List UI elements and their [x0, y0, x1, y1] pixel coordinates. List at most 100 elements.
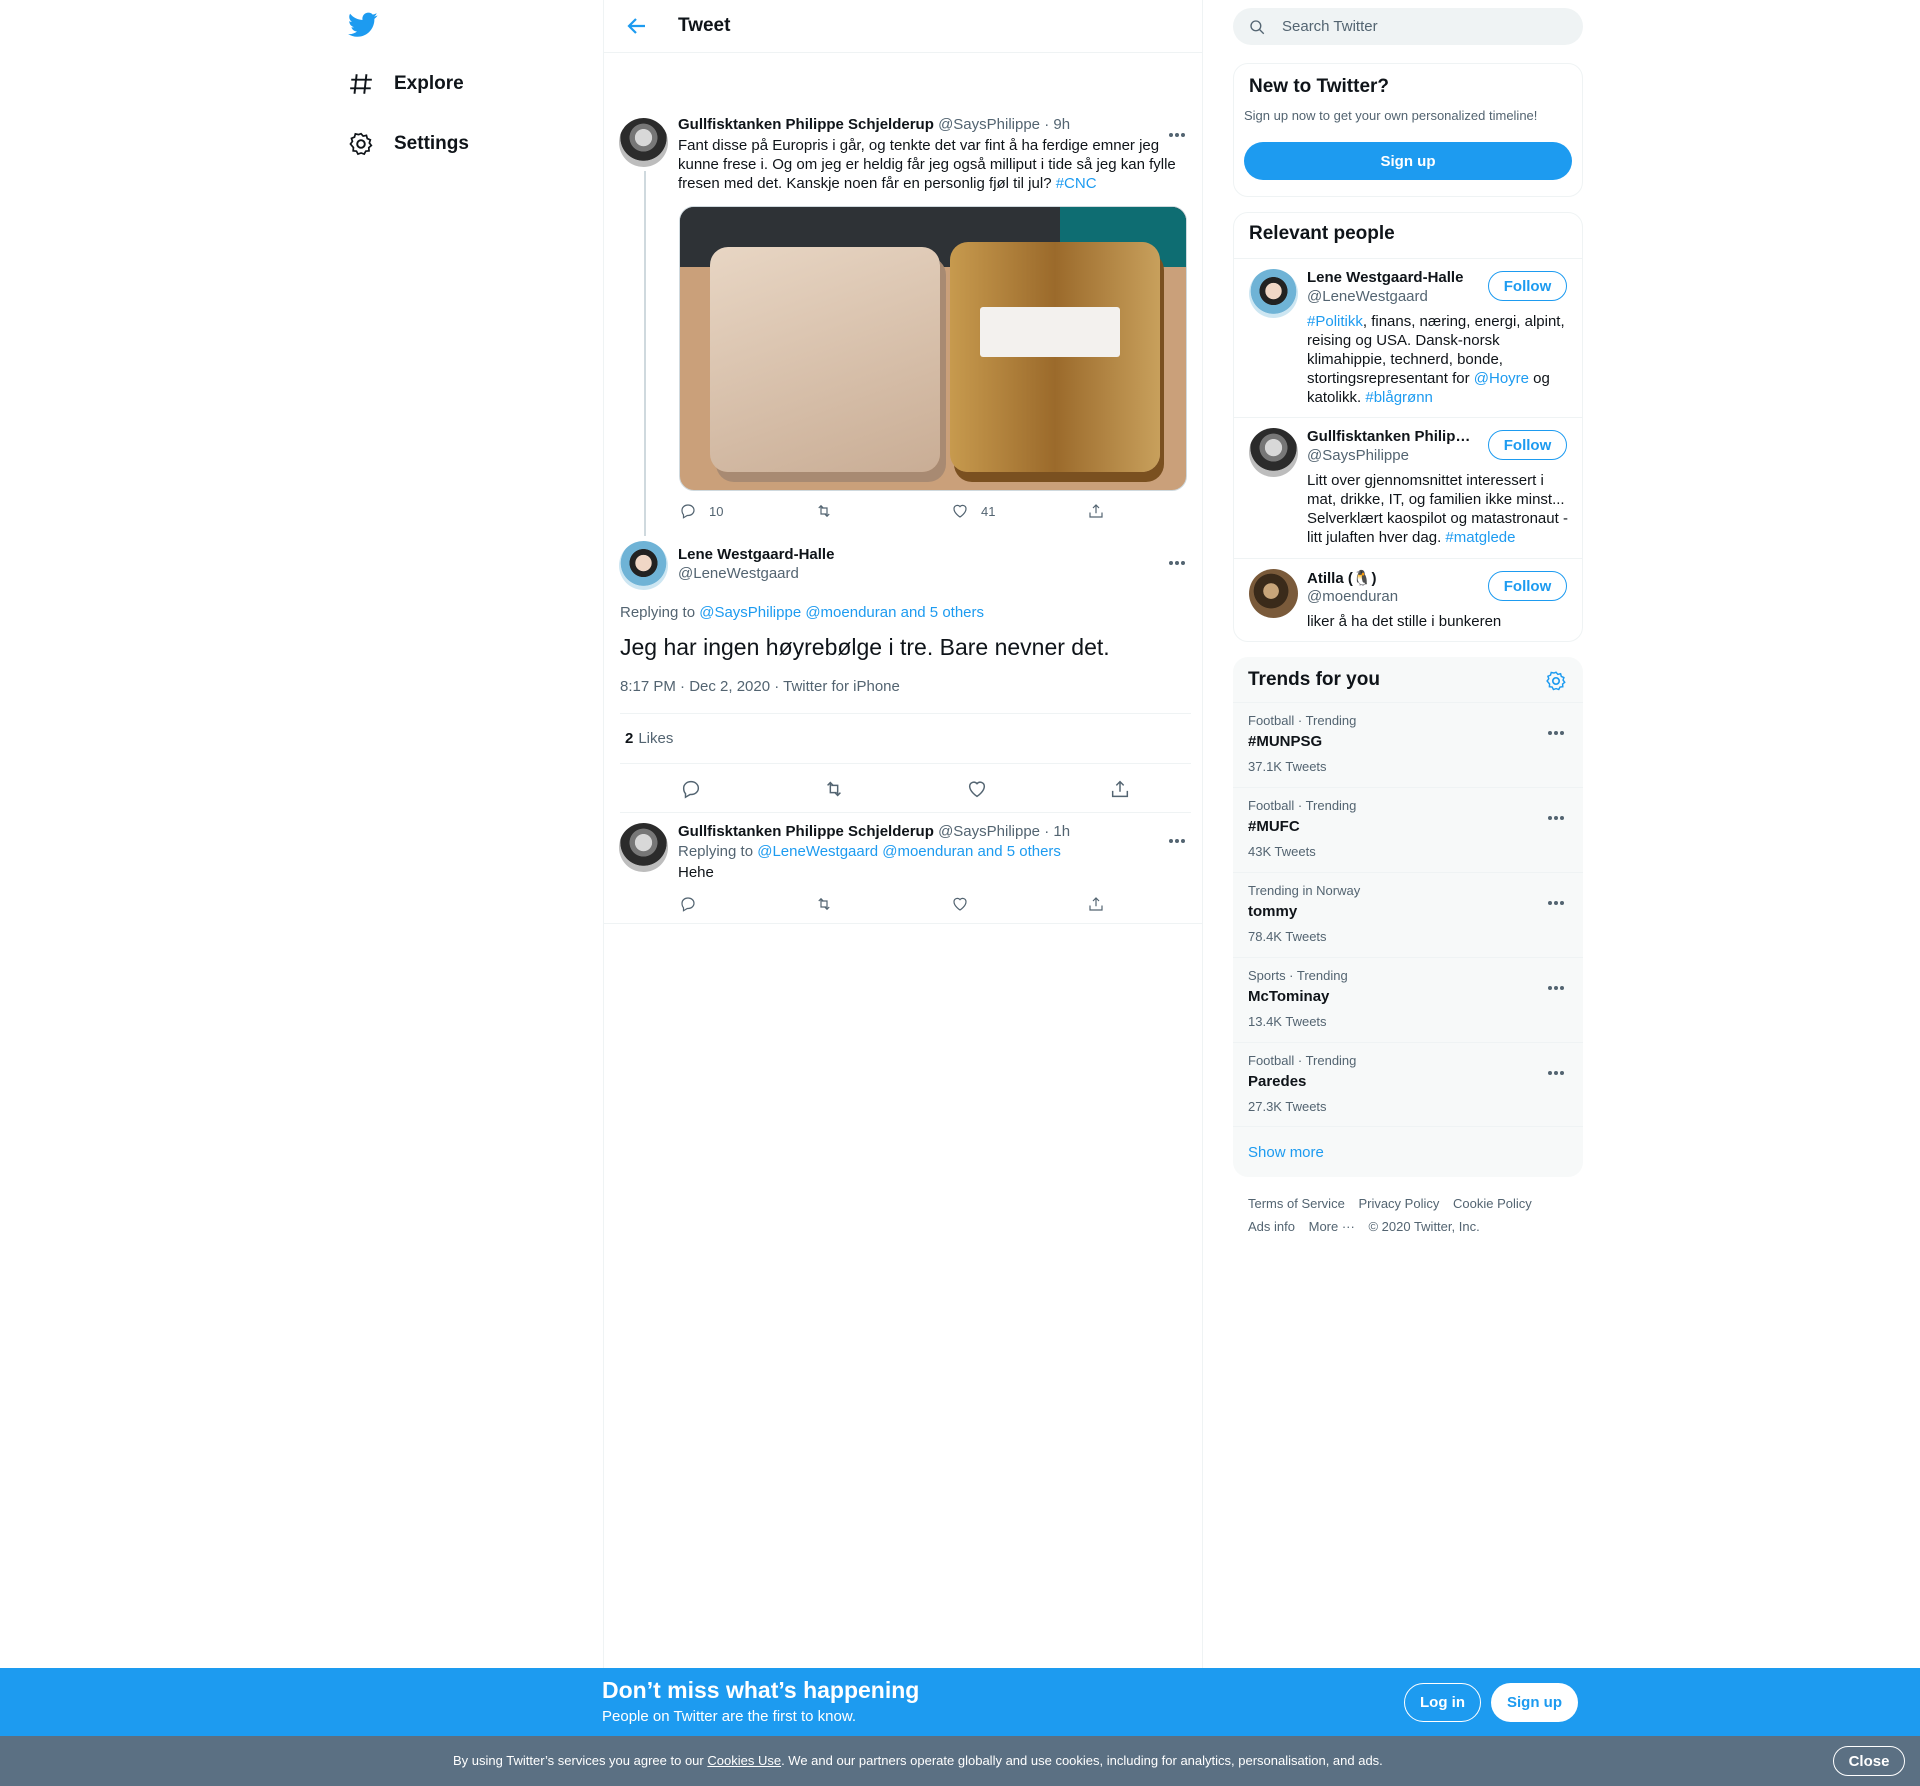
like-button[interactable]: 41 [951, 502, 1087, 520]
follow-button[interactable]: Follow [1488, 271, 1567, 301]
reply-icon[interactable] [680, 778, 702, 800]
share-icon [1089, 504, 1103, 518]
retweet-icon[interactable] [823, 778, 845, 800]
author-name[interactable]: Lene Westgaard-Halle [678, 546, 834, 563]
more-options-icon[interactable] [1548, 722, 1568, 735]
trend-item[interactable]: Sports · Trending McTominay 13.4K Tweets [1233, 957, 1583, 1042]
heart-icon [953, 897, 967, 911]
person-philippe[interactable]: Gullfisktanken Philip… @SaysPhilippe Fol… [1234, 417, 1582, 558]
person-bio: liker å ha det stille i bunkeren [1307, 613, 1502, 630]
author-handle[interactable]: @SaysPhilippe [938, 823, 1040, 840]
tweet-time[interactable]: 9h [1053, 116, 1070, 133]
trend-item[interactable]: Trending in Norway tommy 78.4K Tweets [1233, 872, 1583, 957]
author-handle[interactable]: @LeneWestgaard [678, 565, 799, 582]
avatar[interactable] [1249, 428, 1298, 477]
author-handle[interactable]: @SaysPhilippe [938, 116, 1040, 133]
footer-privacy-link[interactable]: Privacy Policy [1358, 1196, 1439, 1211]
share-button[interactable] [1087, 502, 1223, 520]
retweet-button[interactable] [815, 502, 951, 520]
search-input[interactable] [1282, 18, 1542, 35]
retweet-icon [818, 897, 830, 911]
banner-headline: Don’t miss what’s happening [602, 1677, 920, 1703]
hashtag-link[interactable]: #matglede [1445, 529, 1515, 546]
hashtag-link[interactable]: #Politikk [1307, 313, 1363, 330]
person-handle[interactable]: @LeneWestgaard [1307, 288, 1428, 305]
more-options-icon[interactable] [1548, 807, 1568, 820]
trend-item[interactable]: Football · Trending Paredes 27.3K Tweets [1233, 1042, 1583, 1127]
tweet-photo[interactable] [679, 206, 1187, 491]
person-name[interactable]: Lene Westgaard-Halle [1307, 269, 1472, 286]
avatar[interactable] [1249, 569, 1298, 618]
trend-item[interactable]: Football · Trending #MUFC 43K Tweets [1233, 787, 1583, 872]
tweet-text: Fant disse på Europris i går, og tenkte … [678, 136, 1190, 193]
like-count: 41 [981, 503, 996, 519]
more-options-icon[interactable] [1548, 1062, 1568, 1075]
reply-button[interactable] [679, 895, 815, 913]
avatar[interactable] [619, 823, 668, 872]
reply-button[interactable]: 10 [679, 502, 815, 520]
show-more-link[interactable]: Show more [1248, 1144, 1324, 1161]
likes-summary[interactable]: 2 Likes [620, 713, 1191, 764]
avatar[interactable] [1249, 269, 1298, 318]
reply-icon [681, 504, 695, 519]
more-options-icon[interactable] [1169, 124, 1189, 137]
heart-icon[interactable] [966, 778, 988, 800]
login-button[interactable]: Log in [1404, 1683, 1481, 1722]
tweet-timestamp[interactable]: 8:17 PM · Dec 2, 2020 · Twitter for iPho… [620, 678, 900, 695]
share-button[interactable] [1087, 895, 1223, 913]
share-icon[interactable] [1109, 778, 1131, 800]
more-options-icon[interactable] [1548, 892, 1568, 905]
replying-to-links[interactable]: @LeneWestgaard @moenduran and 5 others [757, 843, 1061, 860]
follow-button[interactable]: Follow [1488, 430, 1567, 460]
card-subtitle: Sign up now to get your own personalized… [1244, 108, 1538, 123]
hashtag-link[interactable]: #CNC [1056, 175, 1097, 192]
trend-category: Sports · Trending [1248, 968, 1348, 983]
more-options-icon[interactable] [1548, 977, 1568, 990]
card-title: Relevant people [1249, 223, 1395, 244]
close-button[interactable]: Close [1833, 1746, 1905, 1776]
author-name[interactable]: Gullfisktanken Philippe Schjelderup [678, 116, 934, 133]
page-title: Tweet [678, 15, 731, 36]
cookies-use-link[interactable]: Cookies Use [707, 1753, 781, 1768]
cookie-bar: By using Twitter’s services you agree to… [0, 1736, 1920, 1786]
trend-category: Trending in Norway [1248, 883, 1361, 898]
footer-terms-link[interactable]: Terms of Service [1248, 1196, 1345, 1211]
tweet-time[interactable]: 1h [1053, 823, 1070, 840]
signup-button[interactable]: Sign up [1244, 142, 1572, 180]
mention-link[interactable]: @Hoyre [1474, 370, 1529, 387]
nav-settings[interactable]: Settings [348, 124, 469, 164]
footer-ads-link[interactable]: Ads info [1248, 1219, 1295, 1234]
trend-count: 78.4K Tweets [1248, 929, 1327, 944]
nav-explore[interactable]: Explore [348, 64, 464, 104]
banner-signup-button[interactable]: Sign up [1491, 1683, 1578, 1722]
retweet-button[interactable] [815, 895, 951, 913]
main-column: Tweet Gullfisktanken Philippe Schjelderu… [603, 0, 1203, 1670]
person-handle[interactable]: @SaysPhilippe [1307, 447, 1409, 464]
twitter-bird-icon[interactable] [348, 12, 378, 38]
reply-count: 10 [709, 503, 724, 519]
avatar[interactable] [619, 541, 668, 590]
person-lene[interactable]: Lene Westgaard-Halle @LeneWestgaard Foll… [1234, 258, 1582, 418]
trend-item[interactable]: Football · Trending #MUNPSG 37.1K Tweets [1233, 702, 1583, 787]
footer-cookie-link[interactable]: Cookie Policy [1453, 1196, 1532, 1211]
author-name[interactable]: Gullfisktanken Philippe Schjelderup [678, 823, 934, 840]
person-handle[interactable]: @moenduran [1307, 588, 1398, 605]
back-arrow-icon[interactable] [625, 14, 649, 38]
follow-button[interactable]: Follow [1488, 571, 1567, 601]
person-atilla[interactable]: Atilla (🐧) @moenduran Follow liker å ha … [1234, 558, 1582, 642]
person-name[interactable]: Gullfisktanken Philip… [1307, 428, 1472, 445]
tweet-body: Fant disse på Europris i går, og tenkte … [678, 137, 1176, 192]
cookie-text: By using Twitter’s services you agree to… [453, 1753, 1383, 1768]
person-bio: Litt over gjennomsnittet interessert i m… [1307, 472, 1568, 546]
gear-icon[interactable] [1545, 670, 1567, 692]
trend-name: Paredes [1248, 1073, 1307, 1090]
search-bar[interactable] [1233, 8, 1583, 45]
more-options-icon[interactable] [1169, 830, 1189, 843]
footer-more-link[interactable]: More ··· [1309, 1219, 1355, 1234]
more-options-icon[interactable] [1169, 552, 1189, 565]
like-button[interactable] [951, 895, 1087, 913]
person-name[interactable]: Atilla (🐧) [1307, 569, 1472, 587]
replying-to-links[interactable]: @SaysPhilippe @moenduran and 5 others [699, 604, 984, 621]
hashtag-link[interactable]: #blågrønn [1365, 389, 1433, 406]
avatar[interactable] [619, 118, 668, 167]
